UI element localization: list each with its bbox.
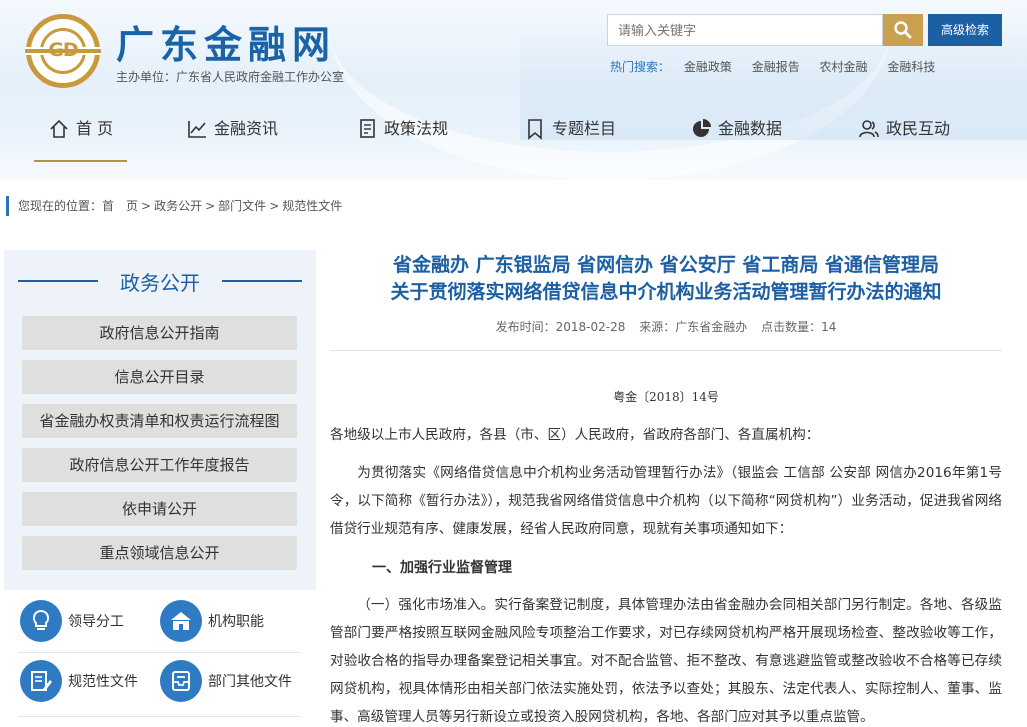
nav-label: 政策法规: [384, 119, 449, 138]
users-icon: [859, 120, 879, 138]
sidebar-item-key-areas[interactable]: 重点领域信息公开: [22, 536, 297, 570]
breadcrumb-link[interactable]: 规范性文件: [282, 199, 342, 213]
hot-keyword-link[interactable]: 金融政策: [684, 60, 732, 74]
site-title[interactable]: 广东金融网: [116, 14, 336, 69]
publish-date: 发布时间：2018-02-28: [495, 320, 626, 334]
nav-financial-data[interactable]: 金融数据: [690, 118, 782, 162]
click-count: 点击数量：14: [761, 320, 837, 334]
article-source: 来源：广东省金融办: [639, 320, 748, 334]
sidebar-item-info-guide[interactable]: 政府信息公开指南: [22, 316, 297, 350]
breadcrumb-link[interactable]: 部门文件: [218, 199, 266, 213]
quick-link-label: 领导分工: [68, 614, 124, 630]
nav-label: 金融数据: [718, 119, 783, 138]
document-number: 粤金〔2018〕14号: [613, 390, 719, 404]
nav-policy[interactable]: 政策法规: [356, 118, 448, 162]
inbox-icon: [172, 671, 190, 691]
section-heading: 一、加强行业监督管理: [372, 560, 512, 576]
nav-financial-news[interactable]: 金融资讯: [186, 118, 278, 162]
building-icon: [171, 612, 191, 630]
lightbulb-icon: [32, 609, 50, 630]
quick-link-divider: [18, 652, 300, 653]
quick-link-normative-docs[interactable]: 规范性文件: [20, 660, 138, 702]
article-divider: [330, 350, 1002, 351]
breadcrumb-prefix: 您现在的位置：: [18, 199, 103, 213]
quick-link-other-docs[interactable]: 部门其他文件: [160, 660, 292, 702]
quick-link-functions[interactable]: 机构职能: [160, 600, 264, 642]
breadcrumb-separator: >: [205, 199, 216, 213]
main-nav: 首 页 金融资讯 政策法规 专题栏目 金融数据 政民互动: [0, 118, 1027, 162]
breadcrumb-link[interactable]: 首 页: [102, 199, 138, 213]
advanced-search-button[interactable]: 高级检索: [928, 14, 1002, 46]
article-paragraph: （一）强化市场准入。实行备案登记制度，具体管理办法由省金融办会同相关部门另行制定…: [330, 597, 1002, 725]
sidebar-item-on-request[interactable]: 依申请公开: [22, 492, 297, 526]
nav-home[interactable]: 首 页: [34, 118, 128, 162]
article-title: 省金融办 广东银监局 省网信办 省公安厅 省工商局 省通信管理局 关于贯彻落实网…: [330, 252, 1002, 306]
nav-special-topics[interactable]: 专题栏目: [524, 118, 616, 162]
site-header: GD 广东金融网 主办单位：广东省人民政府金融工作办公室 高级检索 热门搜索： …: [0, 0, 1027, 180]
breadcrumb-separator: >: [269, 199, 280, 213]
article-paragraph: 为贯彻落实《网络借贷信息中介机构业务活动管理暂行办法》（银监会 工信部 公安部 …: [330, 465, 1002, 537]
sidebar: 政务公开 政府信息公开指南 信息公开目录 省金融办权责清单和权责运行流程图 政府…: [4, 250, 316, 727]
search-button[interactable]: [883, 14, 923, 46]
breadcrumb-separator: >: [141, 199, 152, 213]
article-meta: 发布时间：2018-02-28 来源：广东省金融办 点击数量：14: [330, 318, 1002, 335]
chart-line-icon: [188, 121, 206, 138]
nav-label: 首 页: [76, 119, 114, 138]
hot-keyword-link[interactable]: 金融报告: [752, 60, 800, 74]
hot-keyword-link[interactable]: 农村金融: [820, 60, 868, 74]
site-logo[interactable]: GD: [25, 14, 101, 88]
sidebar-item-info-catalog[interactable]: 信息公开目录: [22, 360, 297, 394]
article-title-line: 省金融办 广东银监局 省网信办 省公安厅 省工商局 省通信管理局: [392, 254, 940, 276]
sidebar-item-power-list[interactable]: 省金融办权责清单和权责运行流程图: [22, 404, 297, 438]
hot-search-label: 热门搜索：: [610, 60, 671, 74]
home-icon: [50, 119, 68, 138]
nav-label: 专题栏目: [552, 119, 617, 138]
quick-links: 领导分工 机构职能 规范性文件 部门其他文件: [4, 590, 316, 727]
breadcrumb-link[interactable]: 政务公开: [154, 199, 202, 213]
quick-link-label: 规范性文件: [68, 674, 138, 690]
pie-chart-icon: [693, 119, 711, 137]
quick-link-label: 机构职能: [208, 614, 264, 630]
breadcrumb: 您现在的位置：首 页 > 政务公开 > 部门文件 > 规范性文件: [6, 196, 342, 216]
sidebar-heading: 政务公开: [120, 271, 200, 295]
sidebar-item-annual-report[interactable]: 政府信息公开工作年度报告: [22, 448, 297, 482]
edit-document-icon: [31, 671, 52, 691]
nav-public-interaction[interactable]: 政民互动: [858, 118, 950, 162]
hot-search: 热门搜索： 金融政策 金融报告 农村金融 金融科技: [610, 58, 951, 75]
article-title-line: 关于贯彻落实网络借贷信息中介机构业务活动管理暂行办法的通知: [390, 281, 942, 303]
search-input[interactable]: [607, 14, 883, 46]
document-icon: [360, 119, 375, 138]
quick-link-leadership[interactable]: 领导分工: [20, 600, 124, 642]
quick-link-divider: [18, 716, 300, 717]
quick-link-label: 部门其他文件: [208, 674, 292, 690]
nav-label: 政民互动: [886, 119, 951, 138]
hot-keyword-link[interactable]: 金融科技: [887, 60, 935, 74]
article-salutation: 各地级以上市人民政府，各县（市、区）人民政府，省政府各部门、各直属机构：: [330, 427, 820, 443]
search-icon: [894, 21, 912, 39]
nav-label: 金融资讯: [214, 119, 279, 138]
bookmark-icon: [528, 119, 542, 140]
sponsor-text: 主办单位：广东省人民政府金融工作办公室: [116, 70, 345, 84]
logo-text: GD: [48, 39, 78, 61]
